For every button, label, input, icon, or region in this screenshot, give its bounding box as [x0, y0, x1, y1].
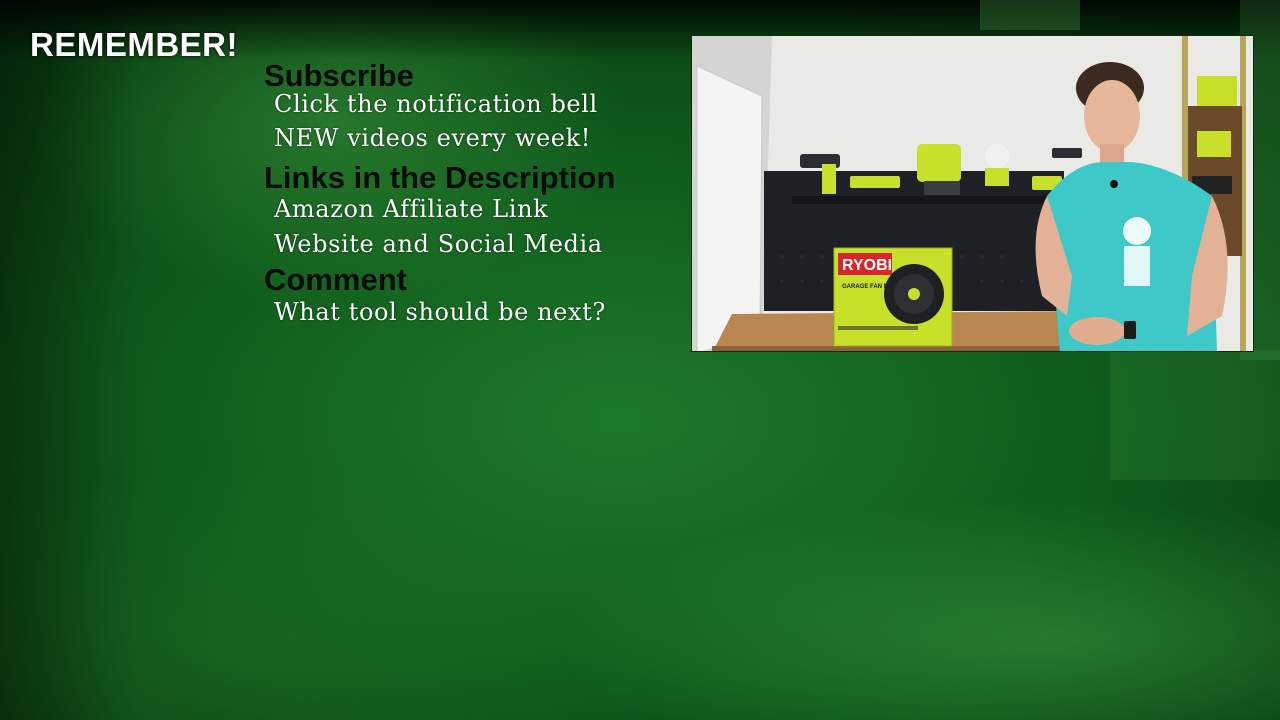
left-vignette	[0, 0, 140, 720]
comment-heading: Comment	[264, 262, 407, 297]
notification-bell-text: Click the notification bell	[274, 90, 598, 118]
remember-title: REMEMBER!	[30, 26, 238, 63]
weekly-videos-text: NEW videos every week!	[274, 124, 591, 152]
video-thumbnail[interactable]: RYOBI GARAGE FAN MODULE	[691, 35, 1254, 352]
next-tool-question: What tool should be next?	[274, 298, 606, 326]
svg-text:RYOBI: RYOBI	[842, 257, 892, 274]
amazon-affiliate-link[interactable]: Amazon Affiliate Link	[274, 195, 548, 223]
ryobi-box: RYOBI GARAGE FAN MODULE	[833, 247, 953, 347]
website-social-link[interactable]: Website and Social Media	[274, 230, 603, 258]
links-heading: Links in the Description	[264, 160, 616, 195]
subscribe-heading[interactable]: Subscribe	[264, 58, 414, 94]
